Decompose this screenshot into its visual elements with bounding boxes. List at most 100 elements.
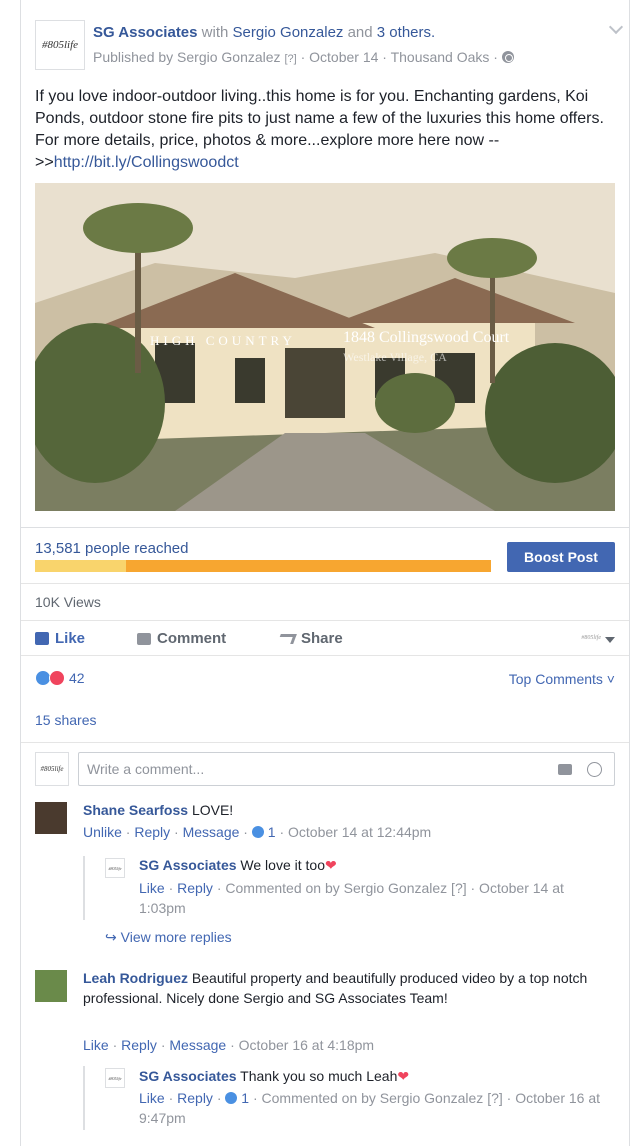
chevron-down-icon[interactable] xyxy=(608,19,624,35)
house-illustration xyxy=(35,183,615,511)
comment-icon xyxy=(137,632,151,645)
view-more-label: View more replies xyxy=(120,929,232,945)
comment-text: Thank you so much Leah xyxy=(236,1068,398,1084)
published-meta[interactable]: · October 14 · Thousand Oaks · xyxy=(297,49,502,65)
comment-time[interactable]: October 16 at 4:18pm xyxy=(239,1037,374,1053)
page-logo-text: #805life xyxy=(41,39,79,51)
reaction-count: 42 xyxy=(69,670,85,686)
commenter-name[interactable]: SG Associates xyxy=(139,1068,237,1084)
like-count[interactable]: 1 xyxy=(268,824,276,840)
reply-meta: Like · Reply · Commented on by Sergio Go… xyxy=(139,880,564,916)
reply-avatar-text: #805life xyxy=(108,865,122,871)
unlike-link[interactable]: Unlike xyxy=(83,824,122,840)
reply-arrow-icon: ↪ xyxy=(105,929,117,945)
page-logo[interactable]: #805life xyxy=(35,20,85,70)
comment-box[interactable] xyxy=(78,752,615,786)
top-comments-label: Top Comments xyxy=(508,671,603,687)
views-row: 10K Views xyxy=(21,583,629,619)
post-link[interactable]: http://bit.ly/Collingswoodct xyxy=(54,154,239,171)
reach-bar: 13,581 people reached Boost Post xyxy=(21,527,629,577)
reply-link[interactable]: Reply xyxy=(134,824,170,840)
with-word: with xyxy=(197,24,233,41)
reply-meta: Like · Reply · 1 · Commented on by Sergi… xyxy=(139,1090,601,1126)
reply-thread-line xyxy=(83,856,85,920)
share-button[interactable]: Share xyxy=(277,630,343,647)
like-count[interactable]: 1 xyxy=(241,1090,249,1106)
like-link[interactable]: Like xyxy=(139,1090,165,1106)
comment-label: Comment xyxy=(157,630,227,647)
composer-avatar: #805life xyxy=(35,752,69,786)
commenter-name[interactable]: Shane Searfoss xyxy=(83,802,188,818)
author-link[interactable]: SG Associates xyxy=(93,24,198,41)
like-link[interactable]: Like xyxy=(139,880,165,896)
reply-link[interactable]: Reply xyxy=(121,1037,157,1053)
comment-time[interactable]: October 14 at 12:44pm xyxy=(288,824,431,840)
post-text: If you love indoor-outdoor living..this … xyxy=(35,86,615,174)
avatar[interactable]: #805life xyxy=(105,1068,125,1088)
reply-thread-line xyxy=(83,1066,85,1130)
reply-body: SG Associates Thank you so much Leah❤ xyxy=(139,1066,609,1086)
view-more-replies[interactable]: ↪ View more replies xyxy=(105,929,232,946)
tagged-link[interactable]: Sergio Gonzalez xyxy=(233,24,344,41)
heart-icon: ❤ xyxy=(324,857,337,873)
caret-down-icon[interactable] xyxy=(605,637,615,643)
photo-brand-text: HIGH COUNTRY xyxy=(150,333,296,348)
composer-avatar-text: #805life xyxy=(40,765,64,773)
share-icon xyxy=(277,633,297,644)
message-link[interactable]: Message xyxy=(169,1037,226,1053)
commenter-name[interactable]: SG Associates xyxy=(139,857,237,873)
avatar[interactable]: #805life xyxy=(105,858,125,878)
post-card: #805life SG Associates with Sergio Gonza… xyxy=(20,0,630,1146)
like-button[interactable]: Like xyxy=(35,630,85,647)
post-photo[interactable]: HIGH COUNTRY 1848 Collingswood Court Wes… xyxy=(35,183,615,511)
emoji-icon[interactable] xyxy=(587,762,602,777)
photo-city-text: Westlake Village, CA xyxy=(343,350,447,364)
post-author-line: SG Associates with Sergio Gonzalez and 3… xyxy=(93,24,435,41)
heart-icon: ❤ xyxy=(397,1068,410,1084)
views-count: 10K Views xyxy=(35,594,101,610)
reach-progress xyxy=(35,560,491,572)
reply-link[interactable]: Reply xyxy=(177,880,213,896)
comment-body: Shane Searfoss LOVE! xyxy=(83,800,613,820)
others-link[interactable]: 3 others. xyxy=(377,24,435,41)
commenter-name[interactable]: Leah Rodriguez xyxy=(83,970,188,986)
shares-count[interactable]: 15 shares xyxy=(35,712,96,728)
avatar[interactable] xyxy=(35,802,67,834)
comment-composer: #805life xyxy=(21,742,629,792)
published-help[interactable]: [?] xyxy=(284,53,296,65)
comment-meta: Unlike · Reply · Message · 1 · October 1… xyxy=(83,824,432,840)
actor-selector-avatar[interactable]: #805life xyxy=(581,635,601,641)
comment-input[interactable] xyxy=(87,761,507,777)
reply-link[interactable]: Reply xyxy=(177,1090,213,1106)
boost-post-button[interactable]: Boost Post xyxy=(507,542,615,572)
comment-button[interactable]: Comment xyxy=(137,630,226,647)
like-count-icon xyxy=(251,826,264,838)
avatar[interactable] xyxy=(35,970,67,1002)
share-label: Share xyxy=(301,630,343,647)
reply-avatar-text: #805life xyxy=(108,1075,122,1081)
love-reaction-icon xyxy=(49,670,65,686)
reply-body: SG Associates We love it too❤ xyxy=(139,855,609,875)
published-line: Published by Sergio Gonzalez [?] · Octob… xyxy=(93,49,514,65)
action-bar: Like Comment Share #805life xyxy=(21,620,629,656)
published-by: Published by Sergio Gonzalez xyxy=(93,49,281,65)
like-count-icon xyxy=(225,1092,238,1104)
thumbs-up-icon xyxy=(35,632,49,645)
and-word: and xyxy=(343,24,377,41)
message-link[interactable]: Message xyxy=(183,824,240,840)
comment-text: LOVE! xyxy=(188,802,234,818)
reaction-summary[interactable]: 42 xyxy=(35,670,85,686)
photo-address-text: 1848 Collingswood Court xyxy=(343,329,510,346)
comment-body: Leah Rodriguez Beautiful property and be… xyxy=(83,968,613,1008)
camera-icon[interactable] xyxy=(558,764,572,775)
comment-meta: Like · Reply · Message · October 16 at 4… xyxy=(83,1037,375,1053)
reach-text[interactable]: 13,581 people reached xyxy=(35,540,188,557)
like-label: Like xyxy=(55,630,86,647)
reactions-row: 42 Top Comments ˅ xyxy=(21,660,629,696)
reach-progress-fill xyxy=(35,560,127,572)
comment-text: We love it too xyxy=(236,857,325,873)
top-comments-selector[interactable]: Top Comments ˅ xyxy=(509,671,615,687)
globe-icon xyxy=(501,51,514,63)
like-link[interactable]: Like xyxy=(83,1037,109,1053)
post-header: #805life SG Associates with Sergio Gonza… xyxy=(35,19,624,72)
